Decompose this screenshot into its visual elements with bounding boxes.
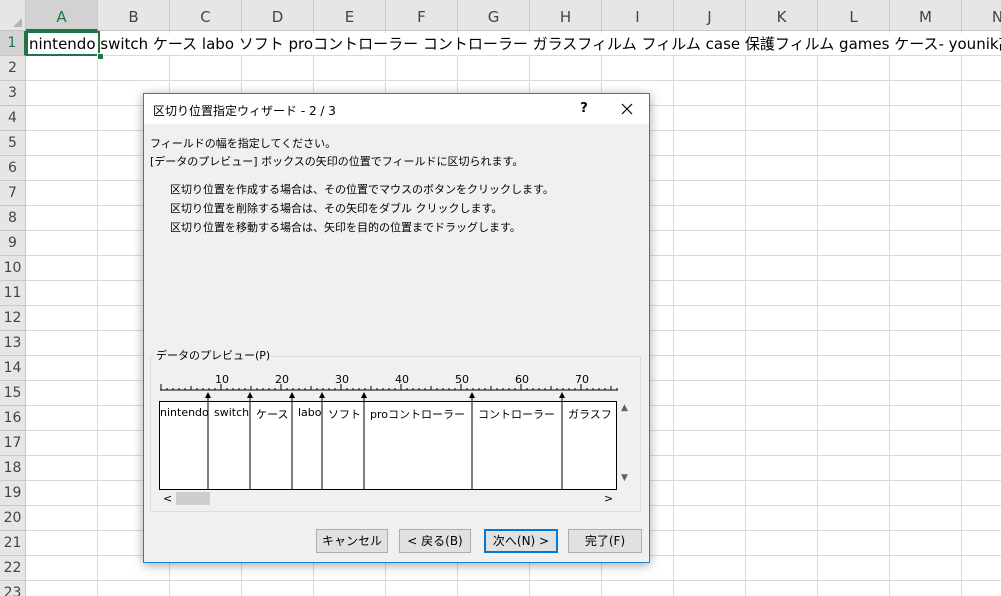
preview-vertical-scrollbar[interactable]: ▲ ▼ [617,401,634,490]
preview-field-2: switch [214,406,250,419]
row-header-2[interactable]: 2 [0,56,26,81]
select-all-corner[interactable] [0,0,26,31]
grid-column-line [745,31,746,596]
row-header-9[interactable]: 9 [0,231,26,256]
row-header-10[interactable]: 10 [0,256,26,281]
preview-field-7: コントローラー [478,408,555,421]
horizontal-scroll-thumb[interactable] [176,492,210,505]
grid-row-line [26,580,1001,581]
row-header-12[interactable]: 12 [0,306,26,331]
finish-button[interactable]: 完了(F) [568,529,642,553]
grid-column-line [889,31,890,596]
grid-column-line [817,31,818,596]
row-header-22[interactable]: 22 [0,556,26,581]
scroll-right-arrow-icon[interactable]: > [604,492,613,505]
row-header-18[interactable]: 18 [0,456,26,481]
column-header-c[interactable]: C [170,0,242,31]
column-break-arrow-icon[interactable] [205,392,211,398]
row-header-23[interactable]: 23 [0,581,26,596]
column-header-i[interactable]: I [602,0,674,31]
scroll-down-arrow-icon[interactable]: ▼ [621,473,628,483]
scroll-left-arrow-icon[interactable]: < [163,492,172,505]
scroll-up-arrow-icon[interactable]: ▲ [621,403,628,413]
preview-field-8: ガラスフ [568,408,612,421]
row-header-16[interactable]: 16 [0,406,26,431]
column-header-g[interactable]: G [458,0,530,31]
column-header-l[interactable]: L [818,0,890,31]
cancel-button[interactable]: キャンセル [316,529,388,553]
column-break-arrow-icon[interactable] [469,392,475,398]
preview-horizontal-scrollbar[interactable]: < > [159,490,617,507]
preview-field-6: proコントローラー [370,408,465,421]
row-header-5[interactable]: 5 [0,131,26,156]
row-header-20[interactable]: 20 [0,506,26,531]
select-all-triangle [13,18,22,27]
column-break-arrow-icon[interactable] [361,392,367,398]
row-header-1[interactable]: 1 [0,31,26,56]
row-header-17[interactable]: 17 [0,431,26,456]
fill-handle[interactable] [97,53,104,60]
column-header-f[interactable]: F [386,0,458,31]
row-header-21[interactable]: 21 [0,531,26,556]
next-button[interactable]: 次へ(N) > [484,529,558,553]
cell-a1-content[interactable]: nintendo switch ケース labo ソフト proコントローラー … [29,33,1001,55]
column-header-e[interactable]: E [314,0,386,31]
row-header-3[interactable]: 3 [0,81,26,106]
row-header-15[interactable]: 15 [0,381,26,406]
preview-field-4: labo [298,406,322,419]
text-to-columns-wizard-dialog: 区切り位置指定ウィザード - 2 / 3 ? フィールドの幅を指定してください。… [143,93,650,563]
column-header-j[interactable]: J [674,0,746,31]
preview-field-3: ケース [256,408,289,421]
preview-field-5: ソフト [328,408,361,421]
row-header-13[interactable]: 13 [0,331,26,356]
grid-row-line [26,55,1001,56]
row-header-19[interactable]: 19 [0,481,26,506]
row-header-6[interactable]: 6 [0,156,26,181]
column-header-k[interactable]: K [746,0,818,31]
column-header-n[interactable]: N [962,0,1001,31]
row-header-4[interactable]: 4 [0,106,26,131]
grid-column-line [97,31,98,596]
preview-field-1: nintendo [160,406,209,419]
row-header-11[interactable]: 11 [0,281,26,306]
column-break-arrow-icon[interactable] [247,392,253,398]
column-header-b[interactable]: B [98,0,170,31]
column-break-arrow-icon[interactable] [559,392,565,398]
grid-column-line [961,31,962,596]
active-cell-a1[interactable] [26,31,100,56]
back-button[interactable]: < 戻る(B) [399,529,471,553]
column-header-h[interactable]: H [530,0,602,31]
column-header-m[interactable]: M [890,0,962,31]
column-header-d[interactable]: D [242,0,314,31]
column-break-arrow-icon[interactable] [289,392,295,398]
grid-row-line [26,80,1001,81]
grid-column-line [673,31,674,596]
row-header-7[interactable]: 7 [0,181,26,206]
column-header-a[interactable]: A [26,0,98,31]
column-break-arrow-icon[interactable] [319,392,325,398]
row-header-14[interactable]: 14 [0,356,26,381]
row-header-8[interactable]: 8 [0,206,26,231]
